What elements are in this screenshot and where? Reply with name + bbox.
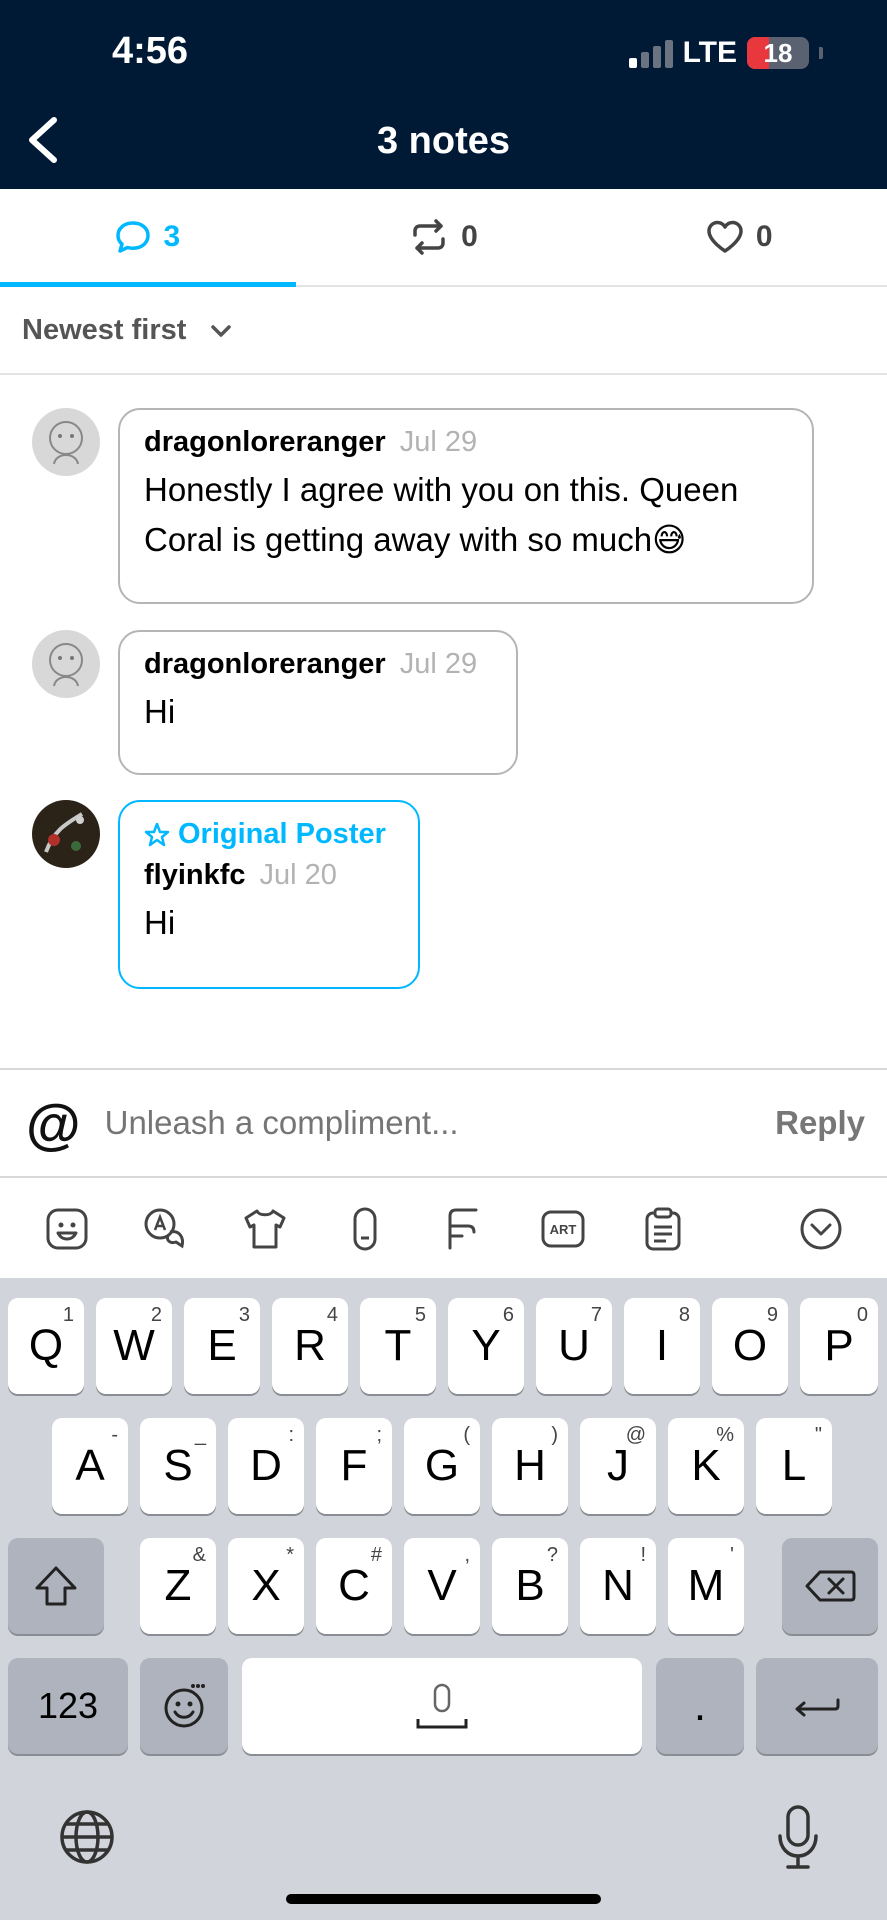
reply-bar: @ Reply bbox=[0, 1068, 887, 1178]
return-icon bbox=[795, 1698, 840, 1717]
key-c[interactable]: C # bbox=[316, 1538, 392, 1634]
home-indicator[interactable] bbox=[286, 1894, 601, 1904]
reply-input[interactable] bbox=[104, 1104, 776, 1142]
mention-button[interactable]: @ bbox=[26, 1091, 81, 1156]
key-r[interactable]: R4 bbox=[272, 1298, 348, 1394]
note-username[interactable]: flyinkfc bbox=[144, 859, 246, 892]
note-date: Jul 29 bbox=[399, 426, 478, 458]
note-username[interactable]: dragonloreranger bbox=[144, 648, 386, 681]
shift-icon bbox=[35, 1566, 77, 1606]
status-indicators: LTE 18 bbox=[628, 36, 823, 70]
key-o[interactable]: O9 bbox=[712, 1298, 788, 1394]
globe-icon[interactable] bbox=[58, 1808, 116, 1866]
tab-likes[interactable]: 0 bbox=[591, 189, 887, 285]
key-a[interactable]: A- bbox=[52, 1418, 128, 1514]
tab-likes-count: 0 bbox=[755, 220, 773, 253]
theme-icon[interactable] bbox=[242, 1206, 288, 1252]
note-text: Honestly I agree with you on this. Queen… bbox=[144, 471, 739, 558]
tab-reblogs[interactable]: 0 bbox=[296, 189, 592, 285]
signal-icon bbox=[628, 38, 673, 68]
page-title: 3 notes bbox=[376, 120, 511, 162]
key-u[interactable]: U7 bbox=[536, 1298, 612, 1394]
fonts-icon[interactable] bbox=[440, 1206, 486, 1252]
key-m[interactable]: M ' bbox=[668, 1538, 744, 1634]
chevron-down-icon bbox=[211, 324, 232, 337]
heart-icon bbox=[707, 220, 743, 253]
avatar[interactable] bbox=[32, 408, 100, 476]
voice-icon[interactable] bbox=[342, 1206, 388, 1252]
avatar[interactable] bbox=[32, 800, 100, 868]
comment-icon bbox=[116, 221, 151, 253]
key-j[interactable]: J @ bbox=[580, 1418, 656, 1514]
emoji-icon bbox=[164, 1684, 205, 1728]
art-icon[interactable]: ART bbox=[540, 1206, 586, 1252]
emoji-key[interactable] bbox=[140, 1658, 228, 1754]
key-d[interactable]: D: bbox=[228, 1418, 304, 1514]
numbers-key[interactable]: 123 bbox=[8, 1658, 128, 1754]
note-bubble: dragonloreranger Jul 29 Honestly I agree… bbox=[118, 408, 814, 604]
dictation-icon bbox=[416, 1683, 468, 1729]
avatar[interactable] bbox=[32, 630, 100, 698]
key-q[interactable]: Q1 bbox=[8, 1298, 84, 1394]
microphone-icon[interactable] bbox=[776, 1804, 820, 1870]
shift-key[interactable] bbox=[8, 1538, 104, 1634]
key-s[interactable]: S _ bbox=[140, 1418, 216, 1514]
note-text: Hi bbox=[144, 693, 176, 730]
svg-text:ART: ART bbox=[550, 1222, 577, 1237]
key-e[interactable]: E3 bbox=[184, 1298, 260, 1394]
key-i[interactable]: I8 bbox=[624, 1298, 700, 1394]
op-badge-label: Original Poster bbox=[178, 818, 386, 850]
note-text: Hi bbox=[144, 904, 176, 941]
key-l[interactable]: L " bbox=[756, 1418, 832, 1514]
key-f[interactable]: F; bbox=[316, 1418, 392, 1514]
sticker-icon[interactable] bbox=[44, 1206, 90, 1252]
reblog-icon bbox=[413, 219, 445, 255]
battery-level: 18 bbox=[763, 37, 793, 68]
sort-dropdown[interactable]: Newest first bbox=[22, 314, 232, 347]
divider bbox=[0, 373, 887, 375]
note-item: dragonloreranger Jul 29 Honestly I agree… bbox=[32, 408, 814, 604]
note-bubble: Original Poster flyinkfc Jul 20 Hi bbox=[118, 800, 420, 989]
reply-button[interactable]: Reply bbox=[775, 1104, 865, 1142]
space-key[interactable] bbox=[242, 1658, 642, 1754]
backspace-icon bbox=[805, 1570, 856, 1602]
note-item: Original Poster flyinkfc Jul 20 Hi bbox=[32, 800, 420, 989]
collapse-keyboard-icon[interactable] bbox=[798, 1206, 844, 1252]
note-date: Jul 20 bbox=[259, 859, 337, 891]
period-key[interactable]: . bbox=[656, 1658, 744, 1754]
note-date: Jul 29 bbox=[399, 648, 478, 680]
tab-comments-count: 3 bbox=[163, 220, 181, 253]
notes-tabs: 3 0 0 bbox=[0, 189, 887, 287]
key-b[interactable]: B? bbox=[492, 1538, 568, 1634]
return-key[interactable] bbox=[756, 1658, 878, 1754]
key-y[interactable]: Y6 bbox=[448, 1298, 524, 1394]
network-label: LTE bbox=[682, 36, 737, 69]
key-p[interactable]: P0 bbox=[800, 1298, 878, 1394]
key-z[interactable]: Z & bbox=[140, 1538, 216, 1634]
note-username[interactable]: dragonloreranger bbox=[144, 426, 386, 459]
key-x[interactable]: X * bbox=[228, 1538, 304, 1634]
status-time: 4:56 bbox=[112, 30, 189, 72]
translate-icon[interactable] bbox=[142, 1206, 188, 1252]
note-bubble: dragonloreranger Jul 29 Hi bbox=[118, 630, 518, 775]
key-t[interactable]: T5 bbox=[360, 1298, 436, 1394]
tab-comments[interactable]: 3 bbox=[0, 189, 296, 287]
op-badge: Original Poster bbox=[144, 818, 394, 851]
note-item: dragonloreranger Jul 29 Hi bbox=[32, 630, 518, 775]
star-icon bbox=[144, 822, 170, 846]
key-g[interactable]: G( bbox=[404, 1418, 480, 1514]
battery-icon: 18 bbox=[747, 37, 809, 69]
key-n[interactable]: N! bbox=[580, 1538, 656, 1634]
clipboard-icon[interactable] bbox=[640, 1206, 686, 1252]
key-h[interactable]: H) bbox=[492, 1418, 568, 1514]
key-k[interactable]: K% bbox=[668, 1418, 744, 1514]
delete-key[interactable] bbox=[782, 1538, 878, 1634]
tab-reblogs-count: 0 bbox=[461, 220, 478, 253]
sort-label: Newest first bbox=[22, 314, 187, 346]
header-bar: 4:56 LTE 18 3 notes bbox=[0, 0, 887, 189]
key-v[interactable]: V, bbox=[404, 1538, 480, 1634]
key-w[interactable]: W2 bbox=[96, 1298, 172, 1394]
keyboard: Q1 W2 E3 R4 T5 Y6 U7 I8 O9 P0 A- S _ D: F… bbox=[0, 1278, 887, 1764]
keyboard-toolbar: ART bbox=[0, 1178, 887, 1278]
